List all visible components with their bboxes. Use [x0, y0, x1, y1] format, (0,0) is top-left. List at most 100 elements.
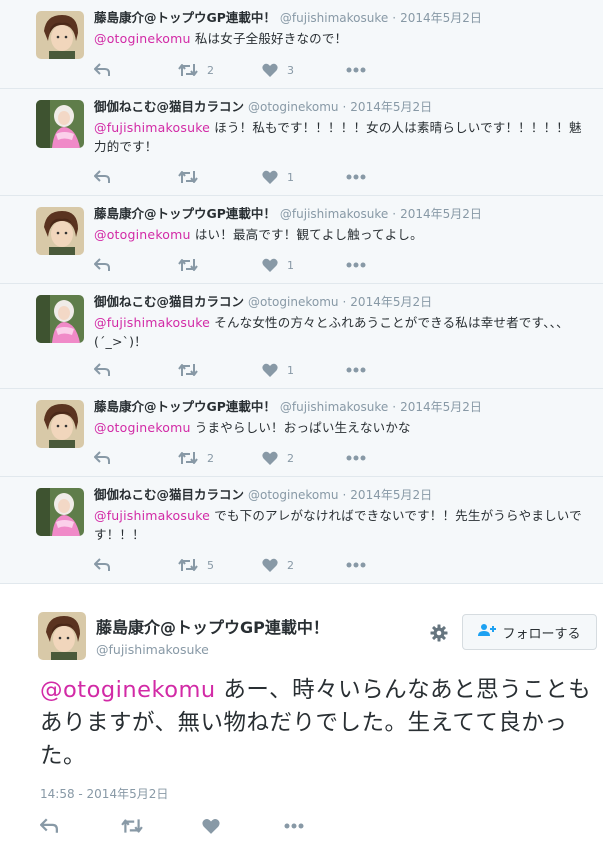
- tweet-timestamp[interactable]: 14:58 - 2014年5月2日: [40, 785, 168, 802]
- avatar[interactable]: [36, 207, 84, 255]
- author-handle[interactable]: @fujishimakosuke: [280, 400, 388, 414]
- retweet-icon: [178, 170, 198, 184]
- retweet-button[interactable]: 2: [178, 63, 262, 77]
- like-count: 2: [287, 558, 294, 572]
- mention-link[interactable]: @fujishimakosuke: [94, 120, 210, 135]
- retweet-icon: [178, 363, 198, 377]
- retweet-count: 2: [207, 63, 214, 77]
- retweet-icon: [178, 258, 198, 272]
- author-name[interactable]: 御伽ねこむ@猫目カラコン: [94, 294, 244, 309]
- heart-icon: [262, 451, 278, 465]
- mention-link[interactable]: @otoginekomu: [94, 420, 191, 435]
- tweet-time[interactable]: 2014年5月2日: [350, 100, 432, 114]
- author-name[interactable]: 藤島康介@トップウGP連載中！: [94, 206, 276, 221]
- more-button[interactable]: [346, 67, 430, 73]
- reply-button[interactable]: [94, 63, 178, 77]
- reply-tweet[interactable]: 藤島康介@トップウGP連載中！ @fujishimakosuke · 2014年…: [0, 389, 603, 477]
- author-name[interactable]: 藤島康介@トップウGP連載中！: [94, 10, 276, 25]
- retweet-button[interactable]: [121, 818, 202, 834]
- author-handle[interactable]: @fujishimakosuke: [280, 11, 388, 25]
- reply-tweet[interactable]: 藤島康介@トップウGP連載中！ @fujishimakosuke · 2014年…: [0, 196, 603, 284]
- more-button[interactable]: [346, 262, 430, 268]
- tweet-actions: 1: [94, 169, 430, 185]
- more-button[interactable]: [346, 174, 430, 180]
- reply-tweet[interactable]: 御伽ねこむ@猫目カラコン @otoginekomu · 2014年5月2日 @f…: [0, 477, 603, 584]
- retweet-button[interactable]: [178, 363, 262, 377]
- avatar[interactable]: [36, 11, 84, 59]
- reply-button[interactable]: [94, 258, 178, 272]
- tweet-time[interactable]: 2014年5月2日: [400, 400, 482, 414]
- reply-icon: [94, 451, 110, 465]
- like-button[interactable]: 2: [262, 558, 346, 572]
- reply-tweet[interactable]: 御伽ねこむ@猫目カラコン @otoginekomu · 2014年5月2日 @f…: [0, 89, 603, 196]
- more-button[interactable]: [346, 367, 430, 373]
- author-handle[interactable]: @otoginekomu: [248, 295, 339, 309]
- like-button[interactable]: 1: [262, 363, 346, 377]
- avatar[interactable]: [36, 100, 84, 148]
- like-button[interactable]: [202, 818, 283, 834]
- avatar[interactable]: [36, 295, 84, 343]
- tweet-time[interactable]: 2014年5月2日: [350, 295, 432, 309]
- tweet-text: @otoginekomu うまやらしい！おっぱい生えないかな: [94, 418, 591, 437]
- tweet-body: はい！最高です！観てよし触ってよし。: [190, 227, 423, 242]
- reply-tweet[interactable]: 御伽ねこむ@猫目カラコン @otoginekomu · 2014年5月2日 @f…: [0, 284, 603, 389]
- author-handle[interactable]: @otoginekomu: [248, 100, 339, 114]
- more-button[interactable]: [283, 823, 364, 829]
- reply-tweet[interactable]: 藤島康介@トップウGP連載中！ @fujishimakosuke · 2014年…: [0, 0, 603, 89]
- avatar[interactable]: [38, 612, 86, 660]
- retweet-count: 5: [207, 558, 214, 572]
- reply-button[interactable]: [94, 170, 178, 184]
- author-name[interactable]: 藤島康介@トップウGP連載中！: [96, 618, 329, 637]
- tweet-time[interactable]: 2014年5月2日: [400, 207, 482, 221]
- like-button[interactable]: 2: [262, 451, 346, 465]
- reply-icon: [94, 258, 110, 272]
- reply-button[interactable]: [94, 363, 178, 377]
- more-icon: [346, 262, 366, 268]
- retweet-button[interactable]: [178, 170, 262, 184]
- author-name[interactable]: 御伽ねこむ@猫目カラコン: [94, 99, 244, 114]
- reply-button[interactable]: [40, 818, 121, 834]
- like-button[interactable]: 3: [262, 63, 346, 77]
- author-handle[interactable]: @fujishimakosuke: [280, 207, 388, 221]
- reply-icon: [94, 558, 110, 572]
- separator-dot: ·: [392, 207, 397, 221]
- mention-link[interactable]: @otoginekomu: [40, 677, 216, 703]
- author-name[interactable]: 藤島康介@トップウGP連載中！: [94, 399, 276, 414]
- retweet-icon: [121, 818, 143, 834]
- like-count: 1: [287, 258, 294, 272]
- mention-link[interactable]: @fujishimakosuke: [94, 508, 210, 523]
- tweet-actions: [40, 818, 364, 834]
- like-button[interactable]: 1: [262, 170, 346, 184]
- follow-label: フォローする: [502, 626, 581, 642]
- more-icon: [346, 67, 366, 73]
- tweet-text: @otoginekomu はい！最高です！観てよし触ってよし。: [94, 225, 591, 244]
- more-icon: [346, 367, 366, 373]
- reply-button[interactable]: [94, 451, 178, 465]
- author-name[interactable]: 御伽ねこむ@猫目カラコン: [94, 487, 244, 502]
- mention-link[interactable]: @fujishimakosuke: [94, 315, 210, 330]
- tweet-body: 私は女子全般好きなので！: [190, 31, 348, 46]
- retweet-button[interactable]: 5: [178, 558, 262, 572]
- author-handle[interactable]: @otoginekomu: [248, 488, 339, 502]
- gear-icon[interactable]: [430, 624, 448, 646]
- more-icon: [283, 823, 305, 829]
- more-button[interactable]: [346, 562, 430, 568]
- like-button[interactable]: 1: [262, 258, 346, 272]
- avatar[interactable]: [36, 488, 84, 536]
- retweet-button[interactable]: 2: [178, 451, 262, 465]
- author-handle[interactable]: @fujishimakosuke: [96, 642, 329, 657]
- mention-link[interactable]: @otoginekomu: [94, 31, 191, 46]
- heart-icon: [262, 63, 278, 77]
- mention-link[interactable]: @otoginekomu: [94, 227, 191, 242]
- person-add-icon: [478, 623, 502, 641]
- more-button[interactable]: [346, 455, 430, 461]
- tweet-time[interactable]: 2014年5月2日: [350, 488, 432, 502]
- separator-dot: ·: [392, 11, 397, 25]
- follow-button[interactable]: フォローする: [462, 614, 597, 650]
- tweet-time[interactable]: 2014年5月2日: [400, 11, 482, 25]
- avatar[interactable]: [36, 400, 84, 448]
- more-icon: [346, 174, 366, 180]
- tweet-text: @otoginekomu あー、時々いらんなあと思うこともありますが、無い物ねだ…: [40, 674, 595, 773]
- reply-button[interactable]: [94, 558, 178, 572]
- retweet-button[interactable]: [178, 258, 262, 272]
